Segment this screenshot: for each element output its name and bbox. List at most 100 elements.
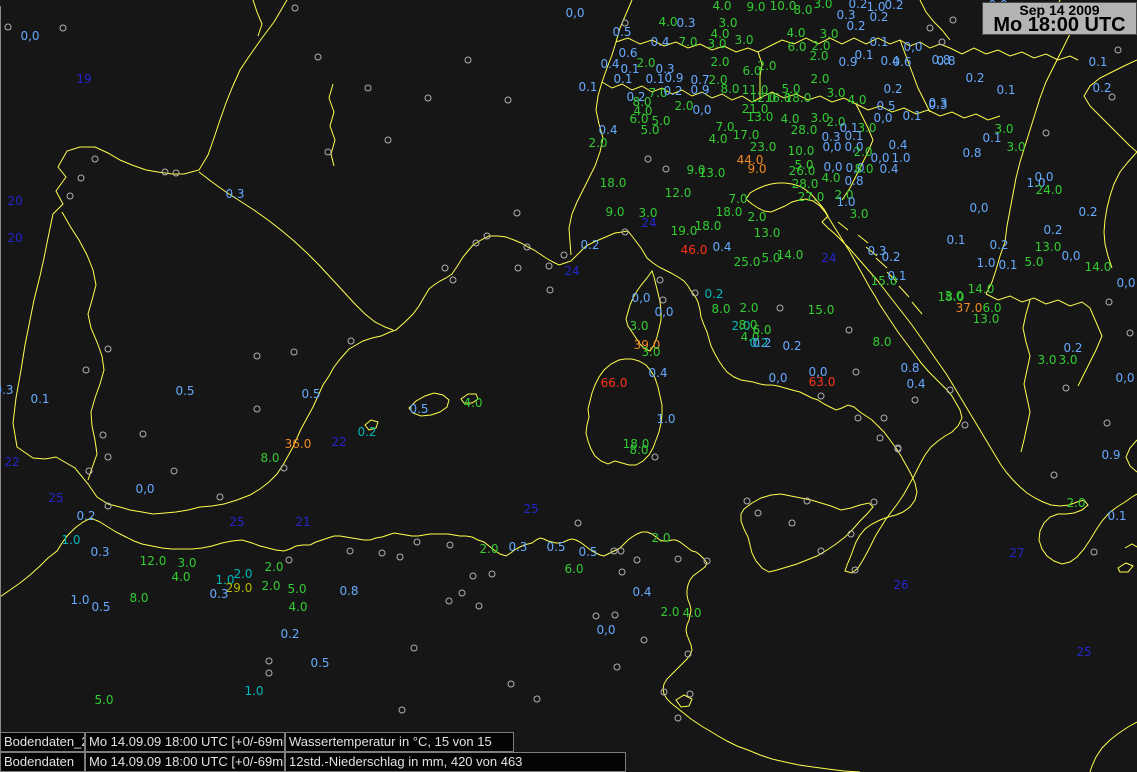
- station-marker-icon: [285, 556, 293, 564]
- station-value: 4.0: [847, 93, 867, 107]
- station-value: 5.0: [640, 123, 660, 137]
- station-marker-icon: [410, 644, 418, 652]
- station-marker-icon: [847, 530, 855, 538]
- station-marker-icon: [592, 612, 600, 620]
- station-value: 0.3: [0, 383, 14, 397]
- station-marker-icon: [656, 276, 664, 284]
- station-value: 8.0: [711, 302, 731, 316]
- station-marker-icon: [104, 502, 112, 510]
- station-marker-icon: [621, 228, 629, 236]
- coast-aegean-edge: [1117, 439, 1137, 573]
- station-marker-icon: [651, 453, 659, 461]
- station-value: 0.2: [357, 425, 377, 439]
- station-value: 4.0: [821, 171, 841, 185]
- station-value: 12.0: [139, 554, 167, 568]
- statusbar-time: Mo 14.09.09 18:00 UTC [+0/-69min]: [85, 752, 285, 772]
- station-value: 5.0: [287, 582, 307, 596]
- station-value: 0.3: [209, 587, 229, 601]
- station-value: 6.0: [752, 323, 772, 337]
- station-marker-icon: [504, 96, 512, 104]
- river-top-left: [252, 0, 263, 37]
- station-marker-icon: [611, 611, 619, 619]
- station-marker-icon: [458, 589, 466, 597]
- station-value: 0,0: [969, 201, 989, 215]
- station-marker-icon: [82, 366, 90, 374]
- station-value: 24: [564, 264, 580, 278]
- station-value: 8.0: [793, 3, 813, 17]
- station-value: 0,0: [565, 6, 585, 20]
- station-value: 0.9: [1101, 448, 1121, 462]
- station-value: 13.0: [698, 166, 726, 180]
- station-marker-icon: [413, 538, 421, 546]
- station-marker-icon: [4, 23, 12, 31]
- station-marker-icon: [472, 239, 480, 247]
- station-value: 19.0: [670, 224, 698, 238]
- station-marker-icon: [507, 680, 515, 688]
- station-marker-icon: [347, 337, 355, 345]
- station-marker-icon: [280, 464, 288, 472]
- station-value: 8.0: [720, 82, 740, 96]
- station-marker-icon: [546, 286, 554, 294]
- station-marker-icon: [161, 168, 169, 176]
- station-value: 46.0: [680, 243, 708, 257]
- station-value: 2.0: [710, 55, 730, 69]
- station-value: 19: [76, 72, 92, 86]
- station-marker-icon: [817, 392, 825, 400]
- station-marker-icon: [851, 566, 859, 574]
- station-value: 20: [7, 231, 23, 245]
- station-value: 26.0: [788, 164, 816, 178]
- station-value: 2.0: [747, 210, 767, 224]
- station-value: 0.5: [578, 545, 598, 559]
- station-value: 22: [4, 455, 20, 469]
- station-value: 0.3: [928, 98, 948, 112]
- station-value: 3.0: [1037, 353, 1057, 367]
- weather-map-window[interactable]: 0,0 19 20 20 0.3 0,0 0.5 4.0 0.3 4.0 9.0 3.0 4.0 3.0 3…: [0, 0, 1137, 772]
- station-marker-icon: [852, 368, 860, 376]
- station-value: 0,0: [1115, 371, 1135, 385]
- station-marker-icon: [253, 405, 261, 413]
- station-value: 3.0: [1006, 140, 1026, 154]
- map-coastlines: [0, 0, 1137, 772]
- station-marker-icon: [384, 136, 392, 144]
- station-marker-icon: [488, 570, 496, 578]
- border-albania-greece: [1020, 299, 1031, 453]
- statusbar-layer-desc: 12std.-Niederschlag in mm, 420 von 463: [285, 752, 626, 772]
- station-marker-icon: [99, 431, 107, 439]
- station-value: 0.8: [339, 584, 359, 598]
- station-value: 0.2: [782, 339, 802, 353]
- station-marker-icon: [265, 669, 273, 677]
- station-value: 0.4: [906, 377, 926, 391]
- station-marker-icon: [77, 174, 85, 182]
- station-value: 0.4: [632, 585, 652, 599]
- station-value: 13.0: [753, 226, 781, 240]
- station-value: 4.0: [463, 396, 483, 410]
- station-value: 5.0: [1024, 255, 1044, 269]
- station-value: 0.3: [225, 187, 245, 201]
- station-value: 8.0: [872, 335, 892, 349]
- station-marker-icon: [513, 209, 521, 217]
- station-value: 25: [48, 491, 64, 505]
- station-value: 6.0: [564, 562, 584, 576]
- time-label: Mo 18:00 UTC: [993, 14, 1126, 36]
- station-value: 0.8: [900, 361, 920, 375]
- station-value: 12.0: [664, 186, 692, 200]
- station-value: 0,0: [596, 623, 616, 637]
- station-value: 2.0: [264, 560, 284, 574]
- station-marker-icon: [911, 396, 919, 404]
- station-value: 9.0: [746, 0, 766, 14]
- station-value: 1.0: [244, 684, 264, 698]
- station-value: 0.5: [175, 384, 195, 398]
- station-value: 28.0: [791, 177, 819, 191]
- station-marker-icon: [85, 467, 93, 475]
- station-value: 2.0: [261, 579, 281, 593]
- station-value: 63.0: [808, 375, 836, 389]
- station-value: 2.0: [588, 136, 608, 150]
- station-marker-icon: [1103, 419, 1111, 427]
- statusbar-layer-desc: Wassertemperatur in °C, 15 von 15: [285, 732, 514, 752]
- station-value: 9.0: [605, 205, 625, 219]
- station-marker-icon: [59, 24, 67, 32]
- station-marker-icon: [291, 4, 299, 12]
- station-marker-icon: [378, 549, 386, 557]
- statusbar-time: Mo 14.09.09 18:00 UTC [+0/-69min]: [85, 732, 285, 752]
- station-value: 2.0: [660, 605, 680, 619]
